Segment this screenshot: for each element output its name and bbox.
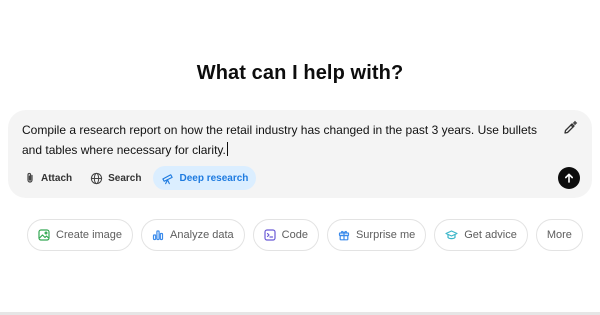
deep-research-button[interactable]: Deep research: [153, 166, 257, 190]
prompt-input[interactable]: Compile a research report on how the ret…: [22, 120, 552, 160]
graduation-cap-icon: [445, 230, 458, 240]
globe-icon: [91, 172, 103, 184]
chip-label: More: [546, 229, 572, 241]
pen-sparkle-icon[interactable]: [560, 118, 580, 138]
chip-label: Analyze data: [170, 229, 234, 241]
composer-tools: Attach Search Deep research: [18, 166, 257, 190]
arrow-up-icon: [565, 173, 573, 183]
chip-label: Get advice: [464, 229, 517, 241]
bar-chart-icon: [152, 230, 164, 241]
more-chip[interactable]: More: [535, 219, 583, 251]
image-icon: [38, 229, 50, 241]
chip-label: Surprise me: [355, 229, 416, 241]
paperclip-icon: [27, 172, 33, 183]
page-title: What can I help with?: [196, 62, 404, 84]
create-image-chip[interactable]: Create image: [27, 219, 134, 251]
composer[interactable]: Compile a research report on how the ret…: [8, 110, 592, 198]
chat-home: What can I help with? Compile a research…: [0, 0, 600, 315]
suggestion-chips: Create image Analyze data Code Surprise …: [27, 219, 583, 251]
surprise-me-chip[interactable]: Surprise me: [326, 219, 427, 251]
analyze-data-chip[interactable]: Analyze data: [141, 219, 245, 251]
search-label: Search: [108, 172, 142, 184]
get-advice-chip[interactable]: Get advice: [434, 219, 528, 251]
deep-research-label: Deep research: [179, 172, 249, 184]
text-caret: [226, 142, 228, 156]
search-button[interactable]: Search: [84, 166, 147, 190]
gift-icon: [338, 230, 350, 241]
send-button[interactable]: [558, 167, 580, 189]
terminal-icon: [264, 229, 276, 241]
chip-label: Create image: [56, 229, 123, 241]
telescope-icon: [162, 173, 174, 184]
attach-label: Attach: [41, 172, 73, 184]
attach-button[interactable]: Attach: [18, 166, 78, 190]
prompt-text: Compile a research report on how the ret…: [22, 123, 537, 157]
code-chip[interactable]: Code: [252, 219, 319, 251]
chip-label: Code: [281, 229, 308, 241]
